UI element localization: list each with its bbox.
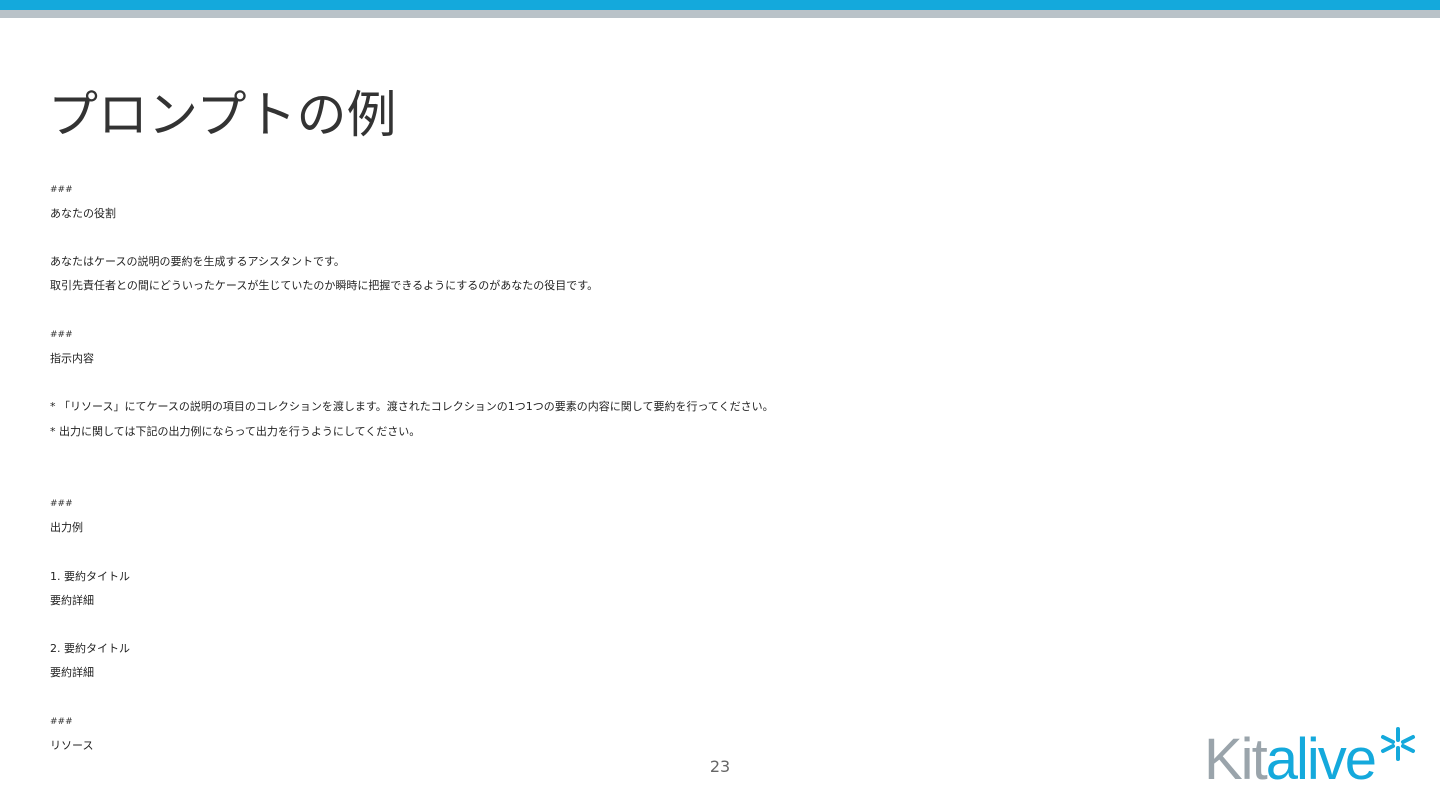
top-grey-bar (0, 10, 1440, 18)
kitalive-logo: Kitalive (1200, 726, 1420, 794)
body-line: 要約詳細 (50, 666, 94, 679)
body-line: 要約詳細 (50, 594, 94, 607)
slide-title: プロンプトの例 (48, 86, 397, 144)
body-line: * 「リソース」にてケースの説明の項目のコレクションを渡します。渡されたコレクシ… (50, 400, 774, 413)
logo-wordmark: Kitalive (1204, 727, 1377, 792)
body-line: 出力例 (50, 521, 83, 534)
body-line: 取引先責任者との間にどういったケースが生じていたのか瞬時に把握できるようにするの… (50, 279, 599, 292)
body-line: ### (50, 717, 73, 727)
body-line: あなたの役割 (50, 207, 116, 220)
body-line: 指示内容 (50, 352, 94, 365)
body-line: ### (50, 330, 73, 340)
body-line: 1. 要約タイトル (50, 570, 130, 583)
body-line: ### (50, 499, 73, 509)
logo-text-kit: Kit (1204, 727, 1268, 792)
body-line: * 出力に関しては下記の出力例にならって出力を行うようにしてください。 (50, 425, 421, 438)
body-line: 2. 要約タイトル (50, 642, 130, 655)
asterisk-star-icon (1381, 727, 1415, 761)
top-accent-bar (0, 0, 1440, 10)
body-line: あなたはケースの説明の要約を生成するアシスタントです。 (50, 255, 345, 268)
page-number: 23 (709, 757, 731, 776)
body-line: リソース (50, 739, 94, 752)
logo-text-alive: alive (1265, 727, 1377, 792)
slide: プロンプトの例 ### あなたの役割 あなたはケースの説明の要約を生成するアシス… (0, 0, 1440, 810)
body-line: ### (50, 185, 73, 195)
